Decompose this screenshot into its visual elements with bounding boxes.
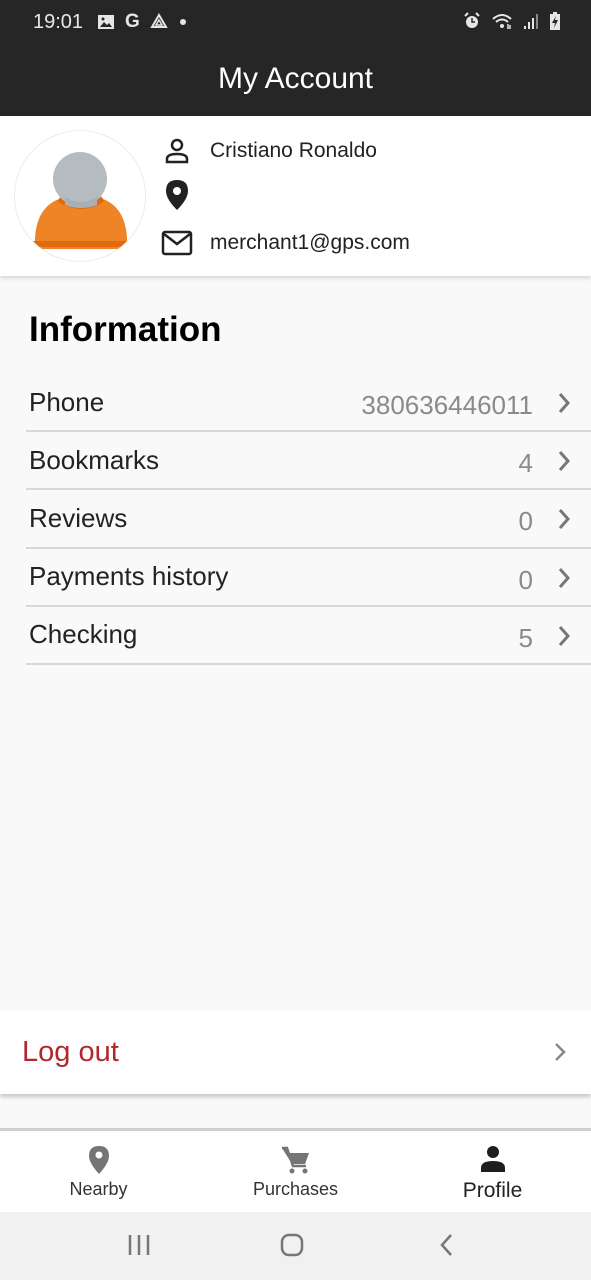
avatar[interactable] [14,130,146,262]
status-bar: 19:01 G [0,0,591,46]
chevron-right-icon [555,1043,566,1061]
chevron-right-icon [558,451,571,472]
chevron-right-icon [558,625,571,646]
bottom-nav: Nearby Purchases Profile [0,1128,591,1212]
chevron-right-icon [558,509,571,530]
wifi-icon [492,14,512,29]
list-item-label: Bookmarks [29,444,160,475]
page-title: My Account [217,62,374,95]
information-list: Phone 380636446011 Bookmarks 4 Reviews 0… [26,374,591,665]
nav-item-label: Profile [462,1179,523,1202]
status-time: 19:01 [33,11,84,33]
list-item-value: 380636446011 [361,390,533,420]
profile-name: Cristiano Ronaldo [210,139,377,162]
list-item-reviews[interactable]: Reviews 0 [26,490,591,549]
profile-card: Cristiano Ronaldo merchant1@gps.com [0,116,591,276]
list-item-label: Reviews [29,502,128,533]
recents-icon[interactable] [126,1232,152,1258]
list-item-checking[interactable]: Checking 5 [26,607,591,665]
location-pin-icon [160,180,194,210]
list-item-payments-history[interactable]: Payments history 0 [26,549,591,607]
status-right-icons [463,12,561,30]
status-left-icons: G [97,12,188,32]
battery-charging-icon [550,12,560,30]
cart-icon [281,1146,309,1174]
nav-item-label: Nearby [69,1179,128,1199]
list-item-label: Payments history [29,561,229,592]
system-nav-bar [0,1212,591,1280]
home-icon[interactable] [279,1232,305,1258]
profile-email: merchant1@gps.com [210,231,410,254]
profile-name-row: Cristiano Ronaldo [160,136,377,166]
dot-icon [179,19,186,25]
list-item-value: 4 [518,448,533,479]
list-item-label: Phone [29,386,105,417]
list-item-value: 0 [518,506,533,537]
nav-item-profile[interactable]: Profile [394,1131,591,1212]
nav-item-purchases[interactable]: Purchases [197,1131,394,1212]
drive-icon [150,13,168,28]
chevron-right-icon [558,393,571,413]
avatar-placeholder-icon [33,152,129,249]
app-bar: My Account [0,46,591,116]
signal-icon [524,14,538,29]
nav-item-nearby[interactable]: Nearby [0,1131,197,1212]
list-item-value: 0 [518,564,533,595]
mail-icon [160,228,194,258]
back-icon[interactable] [436,1232,458,1258]
person-icon [480,1146,505,1172]
list-item-value: 5 [518,622,533,653]
logout-button[interactable]: Log out [0,1010,591,1094]
alarm-icon [464,12,480,28]
chevron-right-icon [558,567,571,588]
profile-location-row [160,180,210,210]
location-pin-icon [88,1146,109,1174]
logout-label: Log out [22,1036,119,1068]
google-icon: G [125,11,140,32]
list-item-label: Checking [29,619,138,650]
section-title-information: Information [29,310,222,349]
list-item-phone[interactable]: Phone 380636446011 [26,374,591,433]
list-item-bookmarks[interactable]: Bookmarks 4 [26,432,591,491]
person-outline-icon [160,136,194,166]
nav-item-label: Purchases [252,1179,339,1199]
gallery-icon [98,15,114,29]
profile-email-row: merchant1@gps.com [160,228,410,258]
